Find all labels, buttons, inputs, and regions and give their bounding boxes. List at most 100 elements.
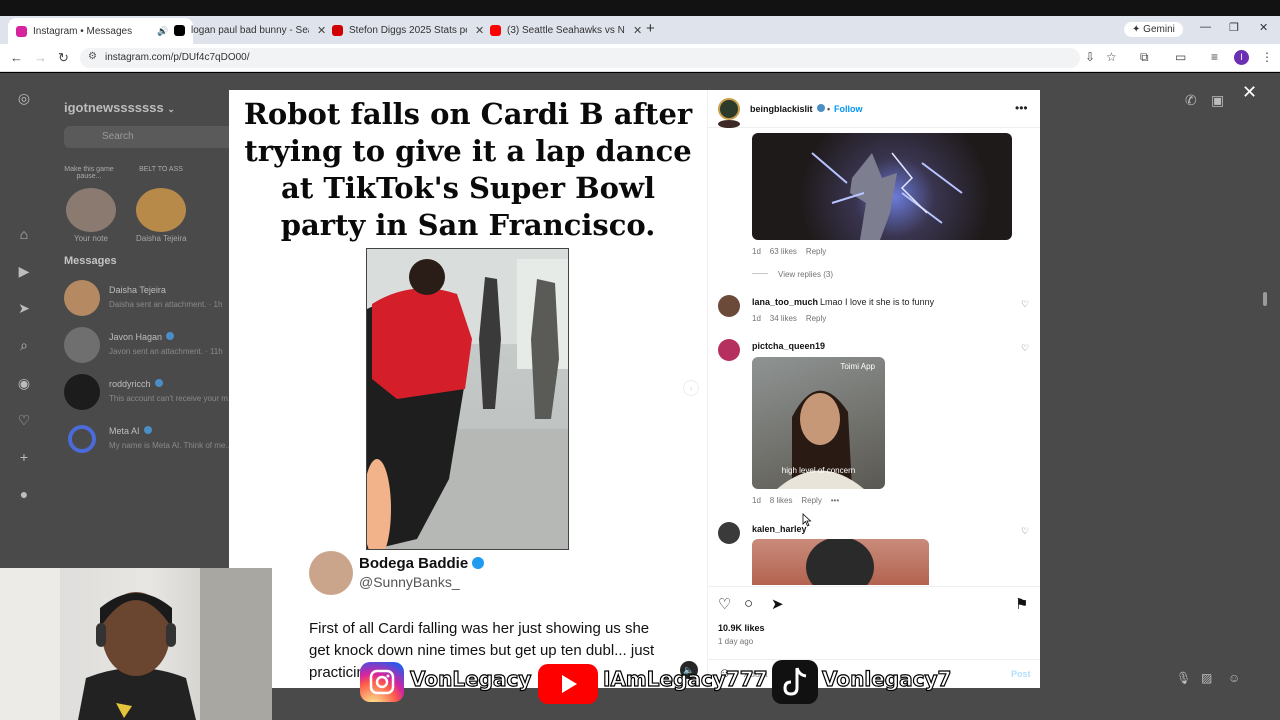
sidebar-icon[interactable]: ▭ — [1175, 50, 1186, 64]
tiktok-glyph — [783, 667, 807, 696]
back-icon[interactable]: ← — [10, 50, 23, 65]
gif-caption: high level of concern — [781, 466, 856, 475]
close-modal-icon[interactable]: ✕ — [1242, 82, 1257, 103]
restore-icon[interactable]: ❐ — [1229, 21, 1239, 34]
reply-button[interactable]: Reply — [806, 314, 826, 323]
comment-options-icon[interactable]: ••• — [831, 496, 839, 505]
post-header: beingblackislit • Follow ••• — [708, 90, 1040, 128]
url-text: instagram.com/p/DUf4c7qDO00/ — [105, 52, 250, 63]
comment-gif[interactable] — [752, 539, 929, 585]
profile-icon[interactable]: ● — [16, 486, 32, 502]
microphone-icon[interactable]: 🎙 — [1176, 671, 1191, 685]
verified-icon — [143, 426, 152, 434]
next-media-icon[interactable]: › — [683, 380, 699, 396]
create-icon[interactable]: + — [16, 449, 32, 465]
direct-icon[interactable]: ➤ — [16, 300, 32, 316]
tab-title: Stefon Diggs 2025 Stats per Ga — [349, 24, 467, 36]
home-icon[interactable]: ⌂ — [16, 226, 32, 242]
site-info-icon[interactable]: ⚙ — [88, 51, 97, 62]
share-icon[interactable]: ➤ — [771, 595, 784, 613]
comment-icon[interactable]: ○ — [744, 595, 753, 612]
story-avatar[interactable] — [136, 188, 186, 232]
instagram-logo-icon[interactable]: ◎ — [16, 90, 32, 106]
webcam-overlay — [0, 568, 272, 720]
new-tab-icon[interactable]: + — [646, 20, 655, 37]
reload-icon[interactable]: ↻ — [58, 50, 69, 66]
youtube-favicon-icon — [490, 24, 501, 36]
reply-button[interactable]: Reply — [806, 247, 826, 256]
close-window-icon[interactable]: ✕ — [1259, 21, 1268, 34]
tab-search[interactable]: logan paul bad bunny - Search ✕ — [166, 18, 334, 42]
like-comment-icon[interactable]: ♡ — [1021, 299, 1029, 310]
tab-youtube[interactable]: (3) Seattle Seahawks vs New En ✕ — [482, 18, 650, 42]
comment-username[interactable]: pictcha_queen19 — [752, 341, 825, 351]
instagram-glyph — [369, 669, 395, 695]
comment-meta: 1d 8 likes Reply ••• — [752, 496, 839, 505]
install-icon[interactable]: ⇩ — [1085, 50, 1095, 64]
gemini-button[interactable]: ✦ Gemini — [1124, 22, 1183, 37]
conversation-item[interactable]: Meta AI My name is Meta AI. Think of me.… — [64, 421, 234, 457]
bookmark-star-icon[interactable]: ☆ — [1106, 50, 1117, 64]
reply-button[interactable]: Reply — [801, 496, 821, 505]
author-avatar[interactable] — [718, 98, 740, 120]
media-icon[interactable]: ≡ — [1211, 50, 1218, 64]
conversation-name: Meta AI — [109, 426, 140, 436]
comment-likes[interactable]: 63 likes — [770, 247, 797, 256]
like-count[interactable]: 10.9K likes — [718, 623, 765, 633]
comment-avatar[interactable] — [718, 120, 740, 128]
minimize-icon[interactable]: — — [1200, 21, 1211, 33]
story-avatar[interactable] — [66, 188, 116, 232]
heart-icon[interactable]: ♡ — [16, 412, 32, 428]
comment-gif[interactable]: Toimi App high level of concern — [752, 357, 885, 489]
comment-meta: 1d 34 likes Reply — [752, 314, 826, 323]
sticker-icon[interactable]: ☺ — [1228, 671, 1240, 685]
profile-avatar[interactable]: I — [1234, 50, 1249, 65]
reels-icon[interactable]: ▶ — [16, 263, 32, 279]
like-icon[interactable]: ♡ — [718, 595, 731, 613]
comment-gif[interactable] — [752, 133, 1012, 240]
scrollbar-thumb[interactable] — [1263, 292, 1267, 306]
dm-username[interactable]: igotnewsssssss ⌄ — [64, 100, 175, 115]
tab-stats[interactable]: Stefon Diggs 2025 Stats per Ga ✕ — [324, 18, 492, 42]
tab-title: Instagram • Messages — [33, 25, 133, 37]
conversation-item[interactable]: Javon Hagan Javon sent an attachment. · … — [64, 327, 234, 363]
extensions-icon[interactable]: ⧉ — [1140, 50, 1149, 65]
more-options-icon[interactable]: ••• — [1015, 101, 1028, 115]
like-comment-icon[interactable]: ♡ — [1021, 343, 1029, 354]
chevron-down-icon: ⌄ — [167, 104, 175, 114]
save-icon[interactable]: ⚑ — [1015, 595, 1028, 613]
image-icon[interactable]: ▨ — [1201, 671, 1212, 685]
search-icon[interactable]: ⌕ — [16, 337, 32, 353]
comment-avatar[interactable] — [718, 339, 740, 361]
forward-icon[interactable]: → — [34, 50, 47, 65]
menu-icon[interactable]: ⋮ — [1261, 50, 1273, 64]
conversation-item[interactable]: Daisha Tejeira Daisha sent an attachment… — [64, 280, 234, 316]
phone-icon[interactable]: ✆ — [1185, 92, 1197, 109]
conversation-name: Javon Hagan — [109, 332, 163, 342]
dm-search-input[interactable]: Search — [64, 126, 234, 148]
author-username[interactable]: beingblackislit — [750, 104, 813, 114]
comment-avatar[interactable] — [718, 295, 740, 317]
video-call-icon[interactable]: ▣ — [1211, 92, 1224, 109]
comment-likes[interactable]: 8 likes — [770, 496, 793, 505]
comment-username[interactable]: lana_too_much — [752, 297, 818, 307]
post-video[interactable] — [366, 248, 569, 550]
comment-text: Lmao I love it she is to funny — [820, 297, 935, 307]
comment-time: 1d — [752, 496, 761, 505]
comment-avatar[interactable] — [718, 522, 740, 544]
comment-username[interactable]: kalen_harley — [752, 524, 807, 534]
post-comment-button[interactable]: Post — [1011, 669, 1031, 679]
view-replies-button[interactable]: View replies (3) — [752, 270, 833, 279]
like-comment-icon[interactable]: ♡ — [1021, 526, 1029, 537]
tweet-handle: @SunnyBanks_ — [359, 574, 460, 590]
note-label: Your note — [74, 234, 108, 243]
comment-body: lana_too_much Lmao I love it she is to fu… — [752, 297, 934, 307]
comment-meta: 1d 63 likes Reply — [752, 247, 826, 256]
explore-icon[interactable]: ◉ — [16, 375, 32, 391]
x-favicon-icon — [174, 24, 185, 36]
conversation-item[interactable]: roddyricch This account can't receive yo… — [64, 374, 235, 410]
close-tab-icon[interactable]: ✕ — [633, 24, 642, 37]
comment-likes[interactable]: 34 likes — [770, 314, 797, 323]
url-field[interactable]: ⚙ instagram.com/p/DUf4c7qDO00/ — [80, 48, 1080, 68]
follow-button[interactable]: Follow — [834, 104, 863, 114]
